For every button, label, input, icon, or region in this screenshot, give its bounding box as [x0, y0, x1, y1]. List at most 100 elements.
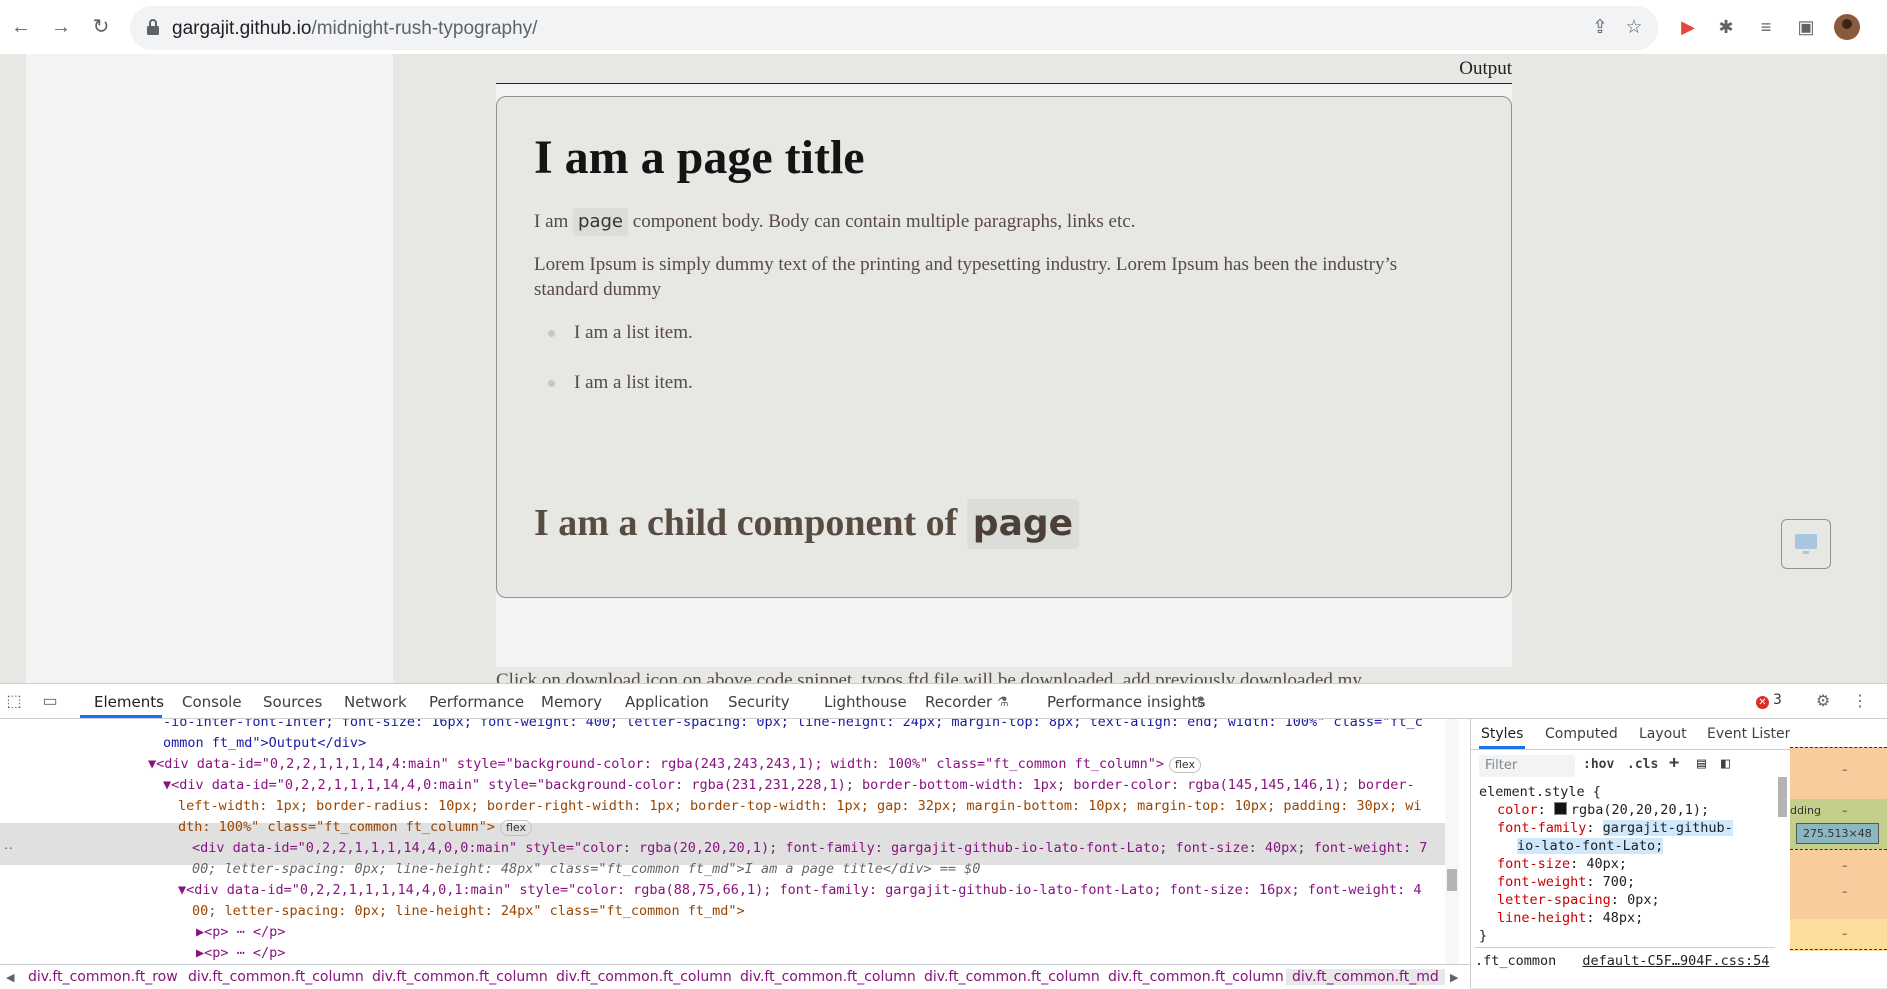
- reload-icon[interactable]: ↻: [88, 14, 114, 40]
- forward-icon[interactable]: →: [48, 14, 74, 40]
- inline-code: page: [573, 208, 629, 236]
- css-rule-continuation[interactable]: io-lato-font-Lato;: [1517, 837, 1664, 855]
- padding-value[interactable]: –: [1842, 859, 1848, 872]
- breadcrumb-item[interactable]: div.ft_common.ft_column: [372, 969, 548, 985]
- breadcrumb-item[interactable]: div.ft_common.ft_column: [556, 969, 732, 985]
- side-panel-icon[interactable]: ▣: [1794, 15, 1818, 39]
- breadcrumb-item[interactable]: div.ft_common.ft_column: [188, 969, 364, 985]
- tab-memory[interactable]: Memory: [541, 693, 602, 711]
- more-options-icon[interactable]: ⋮: [1850, 692, 1870, 712]
- styles-scrollbar[interactable]: [1776, 753, 1788, 988]
- tab-computed[interactable]: Computed: [1545, 726, 1618, 742]
- devtools-panel: ⬚ ▭ Elements Console Sources Network Per…: [0, 683, 1887, 989]
- inspect-element-icon[interactable]: ⬚: [4, 692, 24, 712]
- dom-node-line[interactable]: ommon ft_md">Output</div>: [163, 733, 366, 754]
- back-icon[interactable]: ←: [8, 14, 34, 40]
- media-queue-icon[interactable]: ≡: [1754, 15, 1778, 39]
- dom-node-line[interactable]: ▼<div data-id="0,2,2,1,1,1,14,4,0:main" …: [163, 775, 1415, 796]
- tab-performance[interactable]: Performance: [429, 693, 524, 711]
- tab-console[interactable]: Console: [182, 693, 242, 711]
- dom-node-line[interactable]: 00; letter-spacing: 0px; line-height: 24…: [192, 901, 745, 922]
- tab-styles[interactable]: Styles: [1481, 726, 1523, 742]
- new-rule-icon[interactable]: +: [1669, 753, 1679, 773]
- margin-value[interactable]: –: [1842, 763, 1848, 776]
- tab-performance-insights[interactable]: Performance insights: [1047, 693, 1205, 711]
- color-swatch[interactable]: [1553, 802, 1567, 815]
- dom-scrollbar[interactable]: [1445, 719, 1459, 964]
- flex-badge[interactable]: flex: [1168, 757, 1201, 773]
- monitor-icon: [1795, 534, 1817, 554]
- content-size[interactable]: 275.513×48: [1796, 823, 1879, 844]
- padding-label: dding: [1790, 804, 1821, 817]
- settings-gear-icon[interactable]: ⚙: [1813, 692, 1833, 712]
- extension-record-icon[interactable]: ▶: [1676, 15, 1700, 39]
- breadcrumb-item[interactable]: div.ft_common.ft_column: [1108, 969, 1284, 985]
- url-text[interactable]: gargajit.github.io/midnight-rush-typogra…: [172, 18, 537, 40]
- child-inline-code: page: [966, 499, 1080, 549]
- flask-icon: ⚗: [1194, 694, 1206, 709]
- extensions-puzzle-icon[interactable]: ✱: [1714, 15, 1738, 39]
- scrollbar-thumb[interactable]: [1447, 869, 1457, 891]
- dom-node-line[interactable]: dth: 100%" class="ft_common ft_column"> f…: [178, 817, 532, 838]
- tab-sources[interactable]: Sources: [263, 693, 322, 711]
- dom-node-line[interactable]: ▶<p> ⋯ </p>: [196, 922, 285, 943]
- lorem-line-2: standard dummy: [534, 279, 662, 300]
- css-rule[interactable]: font-weight: 700;: [1497, 873, 1635, 891]
- lorem-line-1: Lorem Ipsum is simply dummy text of the …: [534, 254, 1398, 275]
- tab-lighthouse[interactable]: Lighthouse: [824, 693, 907, 711]
- styles-filter-input[interactable]: Filter: [1479, 755, 1575, 777]
- flex-badge[interactable]: flex: [499, 820, 532, 836]
- tab-elements[interactable]: Elements: [94, 693, 164, 711]
- share-icon[interactable]: ⇪: [1588, 16, 1612, 40]
- dom-node-selected[interactable]: 00; letter-spacing: 0px; line-height: 48…: [192, 859, 980, 880]
- tab-security[interactable]: Security: [728, 693, 790, 711]
- stylesheet-source-link[interactable]: default-C5F…904F.css:54: [1582, 953, 1769, 969]
- breadcrumb-item[interactable]: div.ft_common.ft_column: [924, 969, 1100, 985]
- tab-recorder[interactable]: Recorder: [925, 693, 992, 711]
- dom-node-selected[interactable]: <div data-id="0,2,2,1,1,1,14,4,0,0:main"…: [192, 838, 1427, 859]
- cls-toggle[interactable]: .cls: [1627, 757, 1658, 772]
- dashed-divider: [1790, 849, 1887, 850]
- next-selector: .ft_common: [1475, 953, 1557, 969]
- dom-node-line[interactable]: ▼<div data-id="0,2,2,1,1,1,14,4,0,1:main…: [178, 880, 1422, 901]
- scrollbar-thumb[interactable]: [1778, 777, 1787, 817]
- css-rule[interactable]: line-height: 48px;: [1497, 909, 1643, 927]
- tab-application[interactable]: Application: [625, 693, 709, 711]
- page-component-card: I am a page title I am page component bo…: [496, 96, 1512, 598]
- avatar[interactable]: [1834, 14, 1860, 40]
- css-next-rule: .ft_common default-C5F…904F.css:54: [1475, 947, 1775, 970]
- margin-value[interactable]: –: [1842, 927, 1848, 940]
- toggle-sidebar-icon[interactable]: ◧: [1721, 754, 1730, 772]
- css-rule[interactable]: font-family: gargajit-github-: [1497, 819, 1733, 837]
- address-bar[interactable]: gargajit.github.io/midnight-rush-typogra…: [130, 6, 1658, 50]
- hov-toggle[interactable]: :hov: [1583, 757, 1614, 772]
- bullet-icon: [548, 380, 555, 387]
- breadcrumb-item-selected[interactable]: div.ft_common.ft_md: [1286, 969, 1445, 985]
- device-toolbar-icon[interactable]: ▭: [40, 692, 60, 712]
- dashed-divider: [1790, 949, 1887, 950]
- tab-network[interactable]: Network: [344, 693, 407, 711]
- device-preview-button[interactable]: [1781, 519, 1831, 569]
- css-close-brace: }: [1479, 928, 1488, 944]
- flask-icon: ⚗: [997, 694, 1009, 709]
- error-count-badge[interactable]: ✕ 3: [1756, 692, 1782, 709]
- border-value[interactable]: –: [1842, 885, 1848, 898]
- css-rule[interactable]: color: rgba(20,20,20,1);: [1497, 801, 1709, 819]
- crumb-scroll-left-icon[interactable]: ◀: [6, 971, 14, 984]
- dom-node-line[interactable]: left-width: 1px; border-radius: 10px; bo…: [178, 796, 1422, 817]
- crumb-scroll-right-icon[interactable]: ▶: [1450, 971, 1458, 984]
- breadcrumb-item[interactable]: div.ft_common.ft_row: [28, 969, 178, 985]
- dom-node-line[interactable]: ▶<p> ⋯ </p>: [196, 943, 285, 964]
- bookmark-star-icon[interactable]: ☆: [1622, 16, 1646, 40]
- dom-node-line[interactable]: -io-inter-font-Inter; font-size: 16px; f…: [163, 719, 1423, 733]
- tab-layout[interactable]: Layout: [1639, 726, 1687, 742]
- dom-node-line[interactable]: ▼<div data-id="0,2,2,1,1,1,14,4:main" st…: [148, 754, 1201, 775]
- breadcrumb-item[interactable]: div.ft_common.ft_column: [740, 969, 916, 985]
- page-viewport: Output I am a page title I am page compo…: [0, 54, 1887, 683]
- lock-icon[interactable]: [146, 18, 160, 36]
- padding-value[interactable]: –: [1842, 804, 1848, 817]
- css-rule[interactable]: letter-spacing: 0px;: [1497, 891, 1660, 909]
- dashed-divider: [1790, 747, 1887, 748]
- paint-brush-icon[interactable]: ▤: [1697, 754, 1706, 772]
- css-rule[interactable]: font-size: 40px;: [1497, 855, 1627, 873]
